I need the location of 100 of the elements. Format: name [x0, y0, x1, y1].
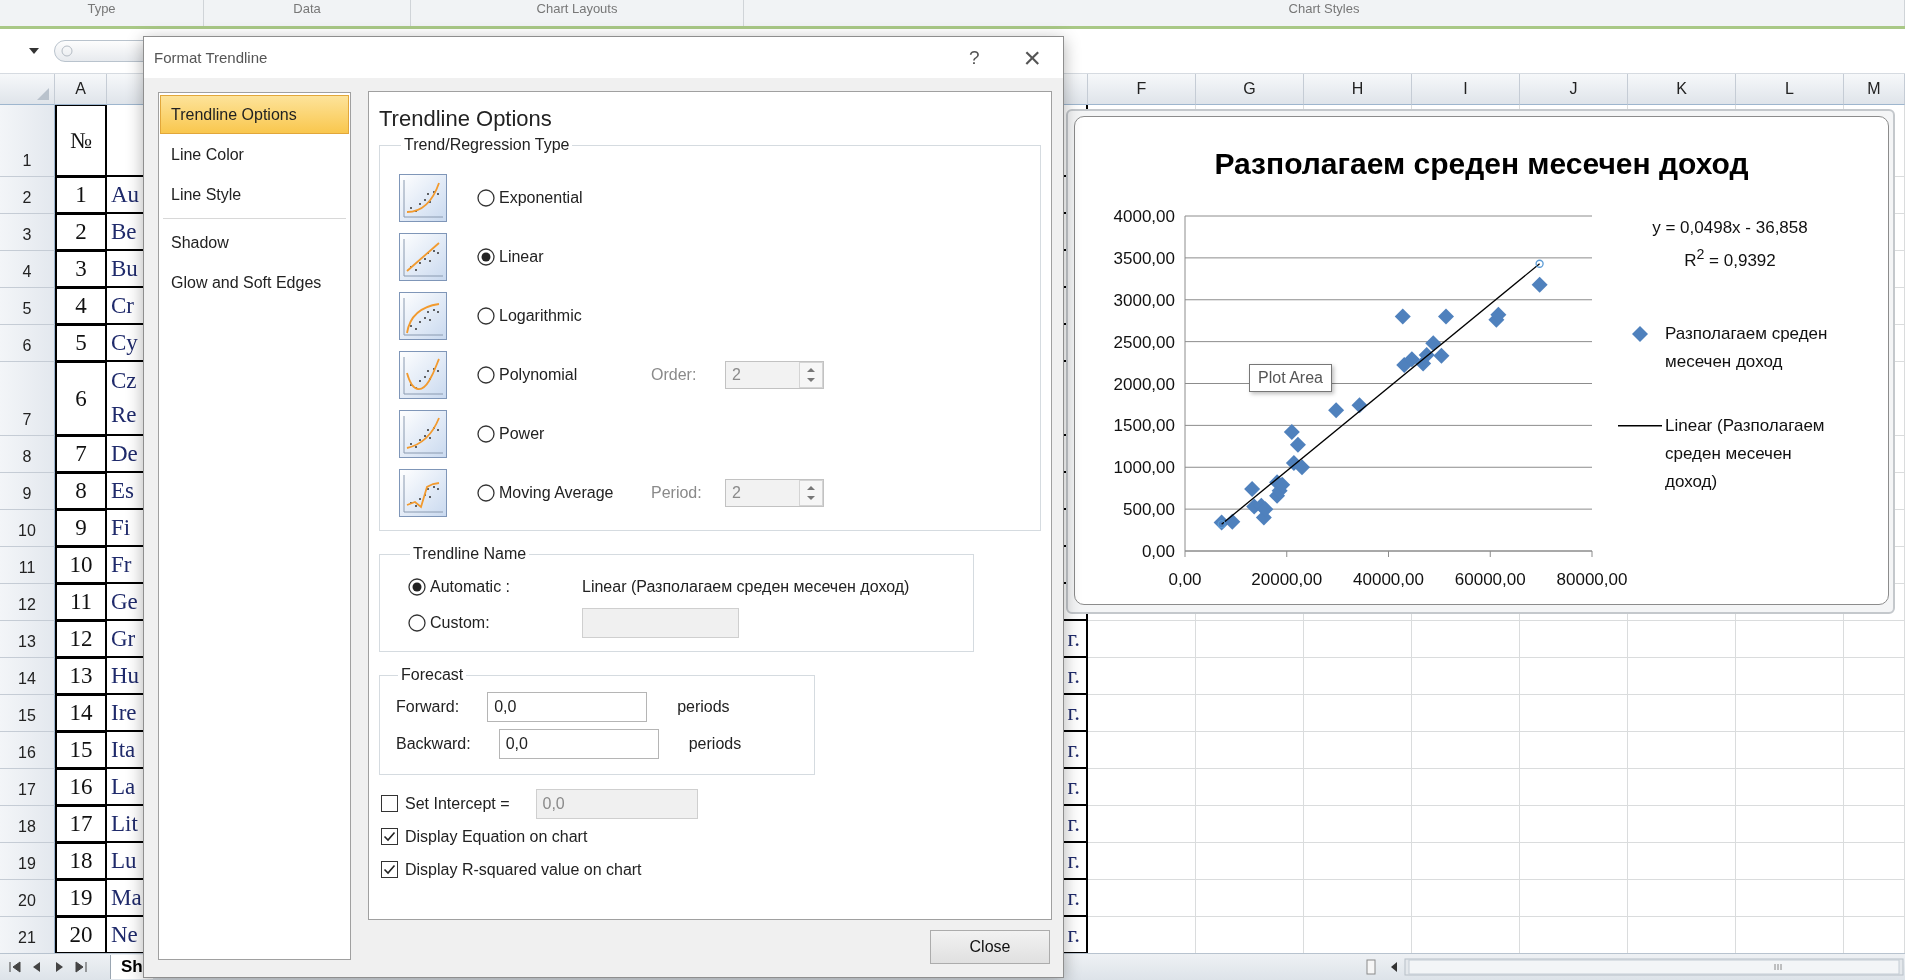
column-header[interactable]: F — [1088, 74, 1196, 105]
checkbox[interactable] — [381, 861, 398, 878]
close-button[interactable]: × — [1023, 42, 1041, 73]
data-point[interactable] — [1425, 335, 1442, 352]
row-header[interactable]: 1 — [0, 105, 55, 177]
close-dialog-button[interactable]: Close — [930, 930, 1050, 964]
trend-type-icon[interactable] — [399, 173, 447, 222]
table-cell: 18 — [55, 843, 107, 880]
column-header[interactable]: K — [1628, 74, 1736, 105]
column-header[interactable]: A — [55, 74, 107, 105]
data-point[interactable] — [1224, 513, 1241, 530]
trendline[interactable] — [1221, 263, 1541, 525]
group-title: Trendline Name — [412, 545, 528, 563]
row-header[interactable]: 2 — [0, 177, 55, 214]
field-label: Forward: — [396, 697, 460, 716]
radio-button[interactable] — [477, 424, 495, 443]
checkbox-label[interactable]: Display Equation on chart — [405, 827, 588, 846]
field-label: Order: — [651, 365, 698, 384]
row-header[interactable]: 14 — [0, 658, 55, 695]
option-label[interactable]: Moving Average — [499, 483, 651, 502]
axis-label: 3500,00 — [1113, 248, 1175, 268]
row-header[interactable]: 6 — [0, 325, 55, 362]
chart-title[interactable]: Разполагаем среден месечен доход — [1075, 117, 1888, 205]
group-title: Forecast — [400, 666, 465, 684]
option-label[interactable]: Power — [499, 424, 651, 443]
radio-button[interactable] — [477, 306, 495, 325]
option-label[interactable]: Linear — [499, 247, 651, 266]
trend-type-icon[interactable] — [399, 232, 447, 281]
row-header[interactable]: 13 — [0, 621, 55, 658]
trend-type-icon[interactable] — [399, 350, 447, 399]
trend-type-icon[interactable] — [399, 468, 447, 517]
selection-handle[interactable] — [1535, 259, 1544, 268]
nav-item[interactable]: Trendline Options — [160, 95, 349, 134]
window-title: Format Trendline — [154, 49, 269, 66]
data-point[interactable] — [1403, 351, 1420, 368]
input-field[interactable]: 0,0 — [487, 691, 648, 722]
data-point[interactable] — [1351, 397, 1368, 414]
axis-label: 500,00 — [1123, 500, 1175, 520]
unit-label: periods — [688, 734, 742, 753]
row-header[interactable]: 5 — [0, 288, 55, 325]
row-header[interactable]: 4 — [0, 251, 55, 288]
selection-handle[interactable] — [1217, 520, 1226, 529]
column-header[interactable]: H — [1304, 74, 1412, 105]
dropdown-arrow-icon[interactable] — [28, 47, 40, 55]
row-header[interactable]: 21 — [0, 917, 55, 954]
table-cell: 15 — [55, 732, 107, 769]
option-label[interactable]: Exponential — [499, 188, 651, 207]
column-header[interactable]: G — [1196, 74, 1304, 105]
row-header[interactable]: 11 — [0, 547, 55, 584]
row-header[interactable]: 19 — [0, 843, 55, 880]
data-point[interactable] — [1418, 347, 1435, 364]
trend-type-icon[interactable] — [399, 291, 447, 340]
column-header[interactable]: I — [1412, 74, 1520, 105]
radio-button[interactable] — [477, 365, 495, 384]
legend-label: Разполагаем среден месечен доход — [1665, 322, 1829, 373]
data-point[interactable] — [1433, 347, 1450, 364]
axis-label: 2500,00 — [1113, 332, 1175, 352]
data-point[interactable] — [1294, 459, 1310, 476]
radio-button[interactable] — [408, 578, 426, 596]
row-header[interactable]: 15 — [0, 695, 55, 732]
row-header[interactable]: 8 — [0, 436, 55, 473]
radio-button[interactable] — [477, 247, 495, 266]
table-cell: № — [55, 105, 107, 177]
column-header[interactable]: M — [1844, 74, 1905, 105]
tooltip: Plot Area — [1249, 364, 1332, 392]
row-header[interactable]: 17 — [0, 769, 55, 806]
row-header[interactable]: 9 — [0, 473, 55, 510]
help-button[interactable]: ? — [968, 46, 980, 69]
unit-label: periods — [677, 697, 730, 716]
last-sheet-icon[interactable] — [74, 961, 88, 973]
radio-button[interactable] — [477, 188, 495, 207]
column-header[interactable]: L — [1736, 74, 1844, 105]
input-field[interactable]: 0,0 — [498, 728, 659, 759]
row-header[interactable]: 20 — [0, 880, 55, 917]
row-header[interactable]: 10 — [0, 510, 55, 547]
row-header[interactable]: 16 — [0, 732, 55, 769]
table-cell — [1844, 658, 1905, 695]
horizontal-scrollbar[interactable] — [1365, 957, 1905, 977]
row-header[interactable]: 18 — [0, 806, 55, 843]
row-header[interactable]: 12 — [0, 584, 55, 621]
first-sheet-icon[interactable] — [8, 961, 22, 973]
nav-item[interactable]: Line Color — [160, 135, 349, 174]
ribbon-group-label: Type — [87, 2, 116, 16]
table-cell: 9 — [55, 510, 107, 547]
data-point[interactable] — [1244, 481, 1261, 498]
option-label[interactable]: Automatic : — [430, 578, 582, 596]
row-header[interactable]: 7 — [0, 362, 55, 436]
option-label[interactable]: Logarithmic — [499, 306, 651, 325]
checkbox[interactable] — [381, 828, 398, 845]
checkbox-label[interactable]: Display R-squared value on chart — [405, 860, 642, 879]
legend-label: Linear (Разполагаем среден месечен доход) — [1665, 414, 1826, 493]
checkbox[interactable] — [381, 795, 398, 812]
option-label[interactable]: Polynomial — [499, 365, 651, 384]
table-cell: 8 — [55, 473, 107, 510]
checkbox-label[interactable]: Set Intercept = — [405, 794, 510, 813]
radio-button[interactable] — [477, 483, 495, 502]
column-header[interactable]: J — [1520, 74, 1628, 105]
nav-item[interactable]: Line Style — [160, 175, 349, 214]
row-header[interactable]: 3 — [0, 214, 55, 251]
trend-type-icon[interactable] — [399, 409, 447, 458]
